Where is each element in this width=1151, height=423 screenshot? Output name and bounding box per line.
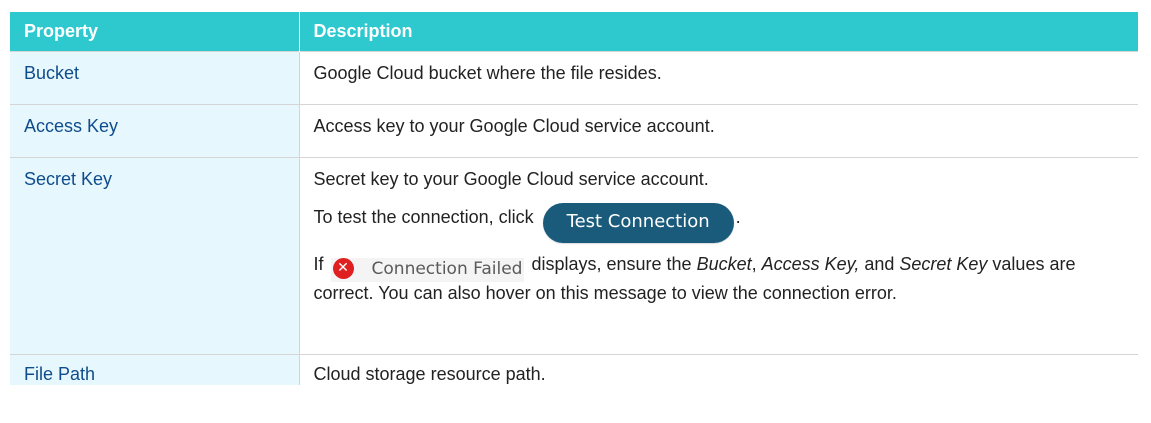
connection-failed-text: Connection Failed <box>371 258 523 279</box>
description-cell: Access key to your Google Cloud service … <box>299 104 1138 158</box>
description-cell: Google Cloud bucket where the file resid… <box>299 51 1138 105</box>
description-cell: Secret key to your Google Cloud service … <box>299 157 1138 355</box>
property-cell: File Path <box>10 354 300 385</box>
description-cell: Cloud storage resource path. <box>299 354 1138 385</box>
fail-prefix-text: If <box>313 254 324 274</box>
table-header-row: Property Description <box>10 12 1138 52</box>
property-cell: Access Key <box>10 104 300 158</box>
table-row-access-key: Access Key Access key to your Google Clo… <box>10 104 1138 158</box>
test-connection-button[interactable]: Test Connection <box>542 203 734 243</box>
property-table: Property Description Bucket Google Cloud… <box>10 12 1138 385</box>
fail-mid-text: displays, ensure the <box>526 254 697 274</box>
table-row-file-path: File Path Cloud storage resource path. <box>10 354 1138 385</box>
fail-sep-text: , <box>751 254 762 274</box>
connection-failed-paragraph: If ✕ Connection Failed displays, ensure t… <box>314 253 1127 304</box>
secret-key-description: Secret key to your Google Cloud service … <box>313 169 709 189</box>
secret-key-term: Secret Key <box>899 254 988 274</box>
test-suffix-text: . <box>735 207 741 227</box>
property-cell: Secret Key <box>10 157 300 355</box>
table-row-secret-key: Secret Key Secret key to your Google Clo… <box>10 157 1138 355</box>
table-row-bucket: Bucket Google Cloud bucket where the fil… <box>10 51 1138 105</box>
header-description: Description <box>298 12 1138 52</box>
connection-failed-badge: ✕ Connection Failed <box>330 257 525 282</box>
bucket-term: Bucket <box>696 254 752 274</box>
property-cell: Bucket <box>10 51 300 105</box>
header-property: Property <box>10 12 299 52</box>
access-key-term: Access Key, <box>761 254 860 274</box>
test-connection-paragraph: To test the connection, click Test Conne… <box>314 203 1127 243</box>
test-prefix-text: To test the connection, click <box>313 207 534 227</box>
fail-and-text: and <box>859 254 900 274</box>
close-circle-icon: ✕ <box>332 258 354 279</box>
